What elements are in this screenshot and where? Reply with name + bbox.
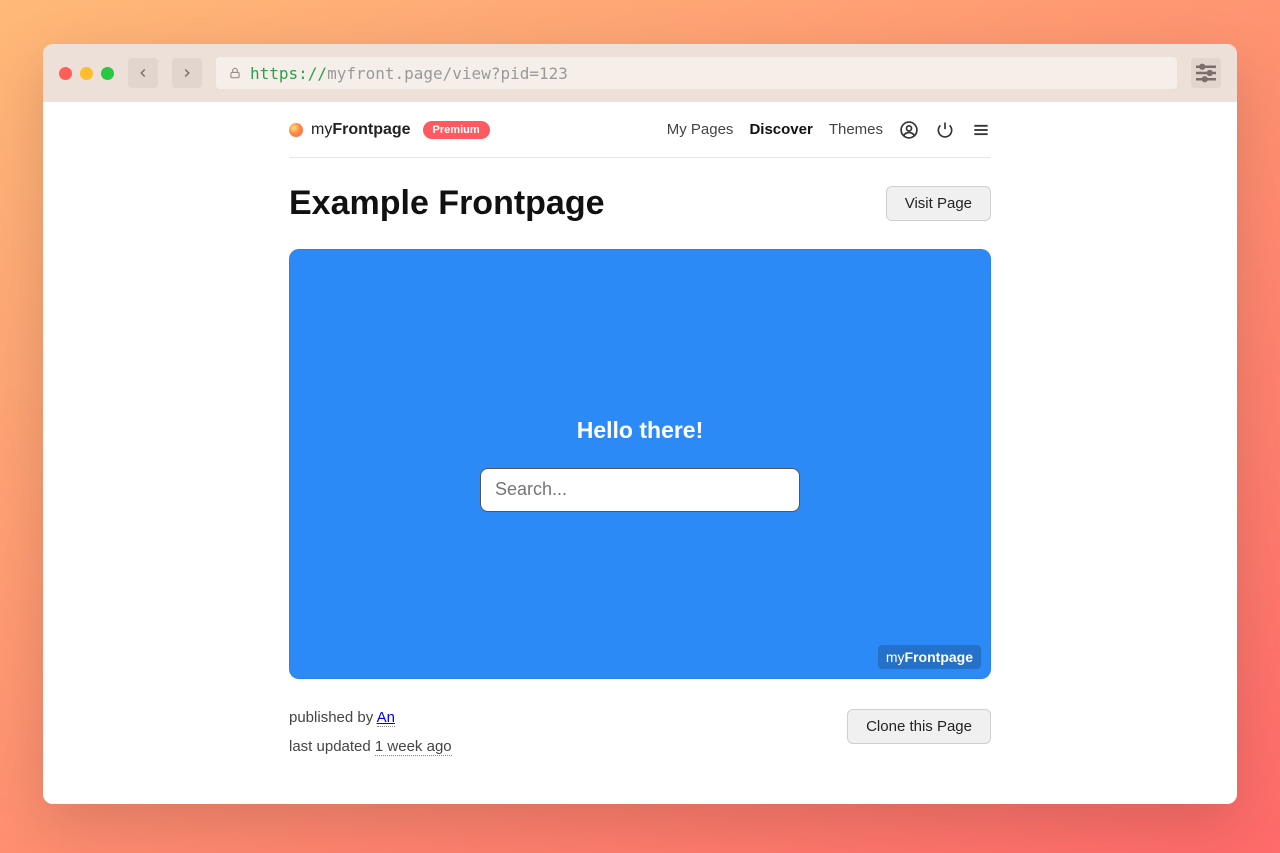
browser-frame: https://myfront.page/view?pid=123 myFron…	[43, 44, 1237, 804]
nav-my-pages[interactable]: My Pages	[667, 121, 734, 138]
site-header: myFrontpage Premium My Pages Discover Th…	[289, 102, 991, 158]
browser-settings-button[interactable]	[1191, 58, 1221, 88]
author-link[interactable]: An	[377, 709, 395, 727]
hamburger-icon	[971, 120, 991, 140]
page-title: Example Frontpage	[289, 184, 605, 223]
brand-text: myFrontpage	[311, 121, 411, 139]
preview-heading: Hello there!	[577, 417, 704, 444]
url-bar[interactable]: https://myfront.page/view?pid=123	[216, 57, 1177, 89]
power-icon	[935, 120, 955, 140]
meta-row: published by An last updated 1 week ago …	[289, 709, 991, 755]
nav-themes[interactable]: Themes	[829, 121, 883, 138]
browser-toolbar: https://myfront.page/view?pid=123	[43, 44, 1237, 102]
preview-watermark: myFrontpage	[878, 645, 981, 669]
chevron-left-icon	[136, 66, 150, 80]
clone-page-button[interactable]: Clone this Page	[847, 709, 991, 744]
url-protocol: https://	[250, 64, 327, 83]
minimize-window-icon[interactable]	[80, 67, 93, 80]
visit-page-button[interactable]: Visit Page	[886, 186, 991, 221]
account-button[interactable]	[899, 120, 919, 140]
zoom-window-icon[interactable]	[101, 67, 114, 80]
lock-icon	[228, 66, 242, 80]
menu-button[interactable]	[971, 120, 991, 140]
user-circle-icon	[899, 120, 919, 140]
page-viewport: myFrontpage Premium My Pages Discover Th…	[43, 102, 1237, 804]
page-preview: Hello there! myFrontpage	[289, 249, 991, 679]
title-row: Example Frontpage Visit Page	[289, 184, 991, 223]
brand-logo-icon	[289, 123, 303, 137]
sliders-icon	[1191, 58, 1221, 88]
updated-time: 1 week ago	[375, 738, 452, 756]
nav-discover[interactable]: Discover	[749, 121, 812, 138]
site-nav: My Pages Discover Themes	[667, 120, 991, 140]
forward-button[interactable]	[172, 58, 202, 88]
brand[interactable]: myFrontpage Premium	[289, 121, 490, 139]
power-button[interactable]	[935, 120, 955, 140]
close-window-icon[interactable]	[59, 67, 72, 80]
chevron-right-icon	[180, 66, 194, 80]
back-button[interactable]	[128, 58, 158, 88]
url-path: myfront.page/view?pid=123	[327, 64, 568, 83]
premium-badge: Premium	[423, 121, 490, 139]
preview-search-input[interactable]	[480, 468, 800, 512]
published-by-line: published by An	[289, 709, 452, 726]
window-controls	[59, 67, 114, 80]
last-updated-line: last updated 1 week ago	[289, 738, 452, 755]
